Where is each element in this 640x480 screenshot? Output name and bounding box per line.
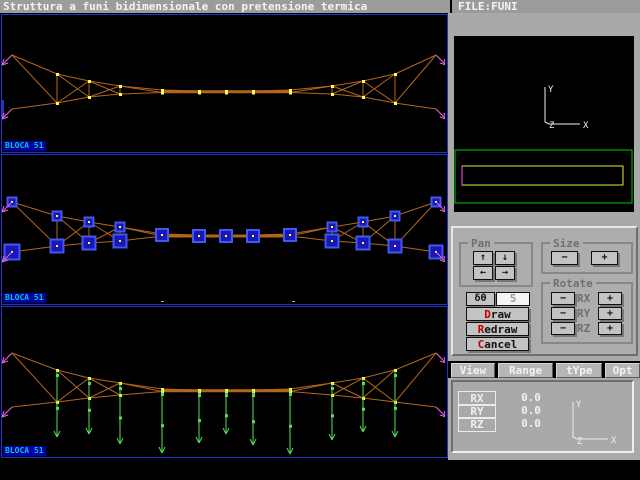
minus-icon: −	[560, 293, 566, 304]
delta-theta-value-field[interactable]: 5	[496, 292, 530, 306]
rz-readout-value: 0.0	[509, 417, 553, 430]
control-panel: Pan ↑ ↓ ← → Size − + Rotate − RX + − RY …	[451, 226, 638, 356]
size-plus-button[interactable]: +	[591, 251, 618, 265]
axis-y-label: Y	[548, 85, 554, 95]
tab-opt[interactable]: Opt	[605, 363, 640, 378]
viewport-loads[interactable]: BLOCA 51	[1, 306, 448, 458]
viewport-label: BLOCA 51	[3, 293, 46, 303]
menu-tab-bar: View Range tYpe Opt	[448, 361, 640, 378]
preview-graphics: Y Z X	[454, 36, 634, 212]
axis-z-label: Z	[549, 121, 555, 131]
plus-icon: +	[601, 252, 607, 263]
down-arrow-icon: ↓	[502, 252, 508, 263]
viewport-label: BLOCA 51	[3, 446, 46, 456]
rotate-rx-plus-button[interactable]: +	[598, 292, 622, 305]
minus-icon: −	[561, 252, 567, 263]
minus-icon: −	[560, 323, 566, 334]
axis-z-label: Z	[577, 437, 583, 447]
right-arrow-icon: →	[502, 267, 508, 278]
structure-drawing-masses	[2, 155, 445, 302]
ry-readout-value: 0.0	[509, 404, 553, 417]
axis-y-label: Y	[576, 400, 582, 410]
rotate-group-label: Rotate	[550, 277, 596, 290]
range-box	[462, 166, 623, 185]
structure-drawing-loads	[2, 307, 445, 455]
tab-range[interactable]: Range	[498, 363, 554, 378]
plus-icon: +	[607, 323, 613, 334]
pan-up-button[interactable]: ↑	[473, 251, 493, 265]
axis-x-label: X	[611, 436, 617, 446]
app-screen: Struttura a funi bidimensionale con pret…	[0, 0, 640, 480]
readout-axes-icon: Y Z X	[558, 392, 628, 449]
pan-right-button[interactable]: →	[495, 266, 515, 280]
size-minus-button[interactable]: −	[551, 251, 578, 265]
tab-type[interactable]: tYpe	[556, 363, 602, 378]
redraw-button[interactable]: Redraw	[466, 322, 529, 336]
axis-x-label: X	[583, 121, 589, 131]
plus-icon: +	[607, 308, 613, 319]
delta-theta-button[interactable]: δθ	[466, 292, 495, 306]
viewport-label: BLOCA 51	[3, 141, 46, 151]
tab-view[interactable]: View	[451, 363, 495, 378]
draw-label: raw	[491, 308, 511, 321]
pan-group-label: Pan	[468, 237, 494, 250]
side-panel: Y Z X Pan ↑ ↓ ← → Size − + Rotate	[448, 13, 640, 460]
rotate-rz-label: RZ	[577, 322, 590, 335]
file-label: FILE:FUNI	[458, 0, 518, 13]
redraw-label: edraw	[484, 323, 517, 336]
viewport-undeformed[interactable]: BLOCA 51	[1, 14, 448, 153]
rotate-rz-minus-button[interactable]: −	[551, 322, 575, 335]
left-arrow-icon: ←	[480, 267, 486, 278]
rotate-rx-minus-button[interactable]: −	[551, 292, 575, 305]
rz-readout-label: RZ	[458, 417, 496, 432]
viewport-masses[interactable]: BLOCA 51	[1, 154, 448, 305]
rotate-rx-label: RX	[577, 292, 590, 305]
preview-box: Y Z X	[454, 36, 634, 212]
rx-readout-value: 0.0	[509, 391, 553, 404]
minus-icon: −	[560, 308, 566, 319]
delta-theta-value: 5	[510, 292, 517, 305]
plus-icon: +	[607, 293, 613, 304]
structure-drawing	[2, 15, 445, 150]
size-group-label: Size	[550, 237, 583, 250]
rotate-ry-label: RY	[577, 307, 590, 320]
pan-left-button[interactable]: ←	[473, 266, 493, 280]
up-arrow-icon: ↑	[480, 252, 486, 263]
draw-button[interactable]: Draw	[466, 307, 529, 321]
pan-down-button[interactable]: ↓	[495, 251, 515, 265]
cancel-label: ancel	[484, 338, 517, 351]
rotation-readout-panel: RX RY RZ 0.0 0.0 0.0 Y Z X	[451, 380, 634, 453]
delta-theta-label: δθ	[474, 293, 486, 304]
selection-frame	[455, 150, 632, 203]
cancel-button[interactable]: Cancel	[466, 337, 529, 351]
rotate-rz-plus-button[interactable]: +	[598, 322, 622, 335]
window-title: Struttura a funi bidimensionale con pret…	[3, 0, 367, 13]
rotate-ry-minus-button[interactable]: −	[551, 307, 575, 320]
rotate-ry-plus-button[interactable]: +	[598, 307, 622, 320]
draw-hotkey: D	[484, 308, 491, 321]
title-bar: Struttura a funi bidimensionale con pret…	[0, 0, 450, 13]
file-bar: FILE:FUNI	[452, 0, 640, 13]
